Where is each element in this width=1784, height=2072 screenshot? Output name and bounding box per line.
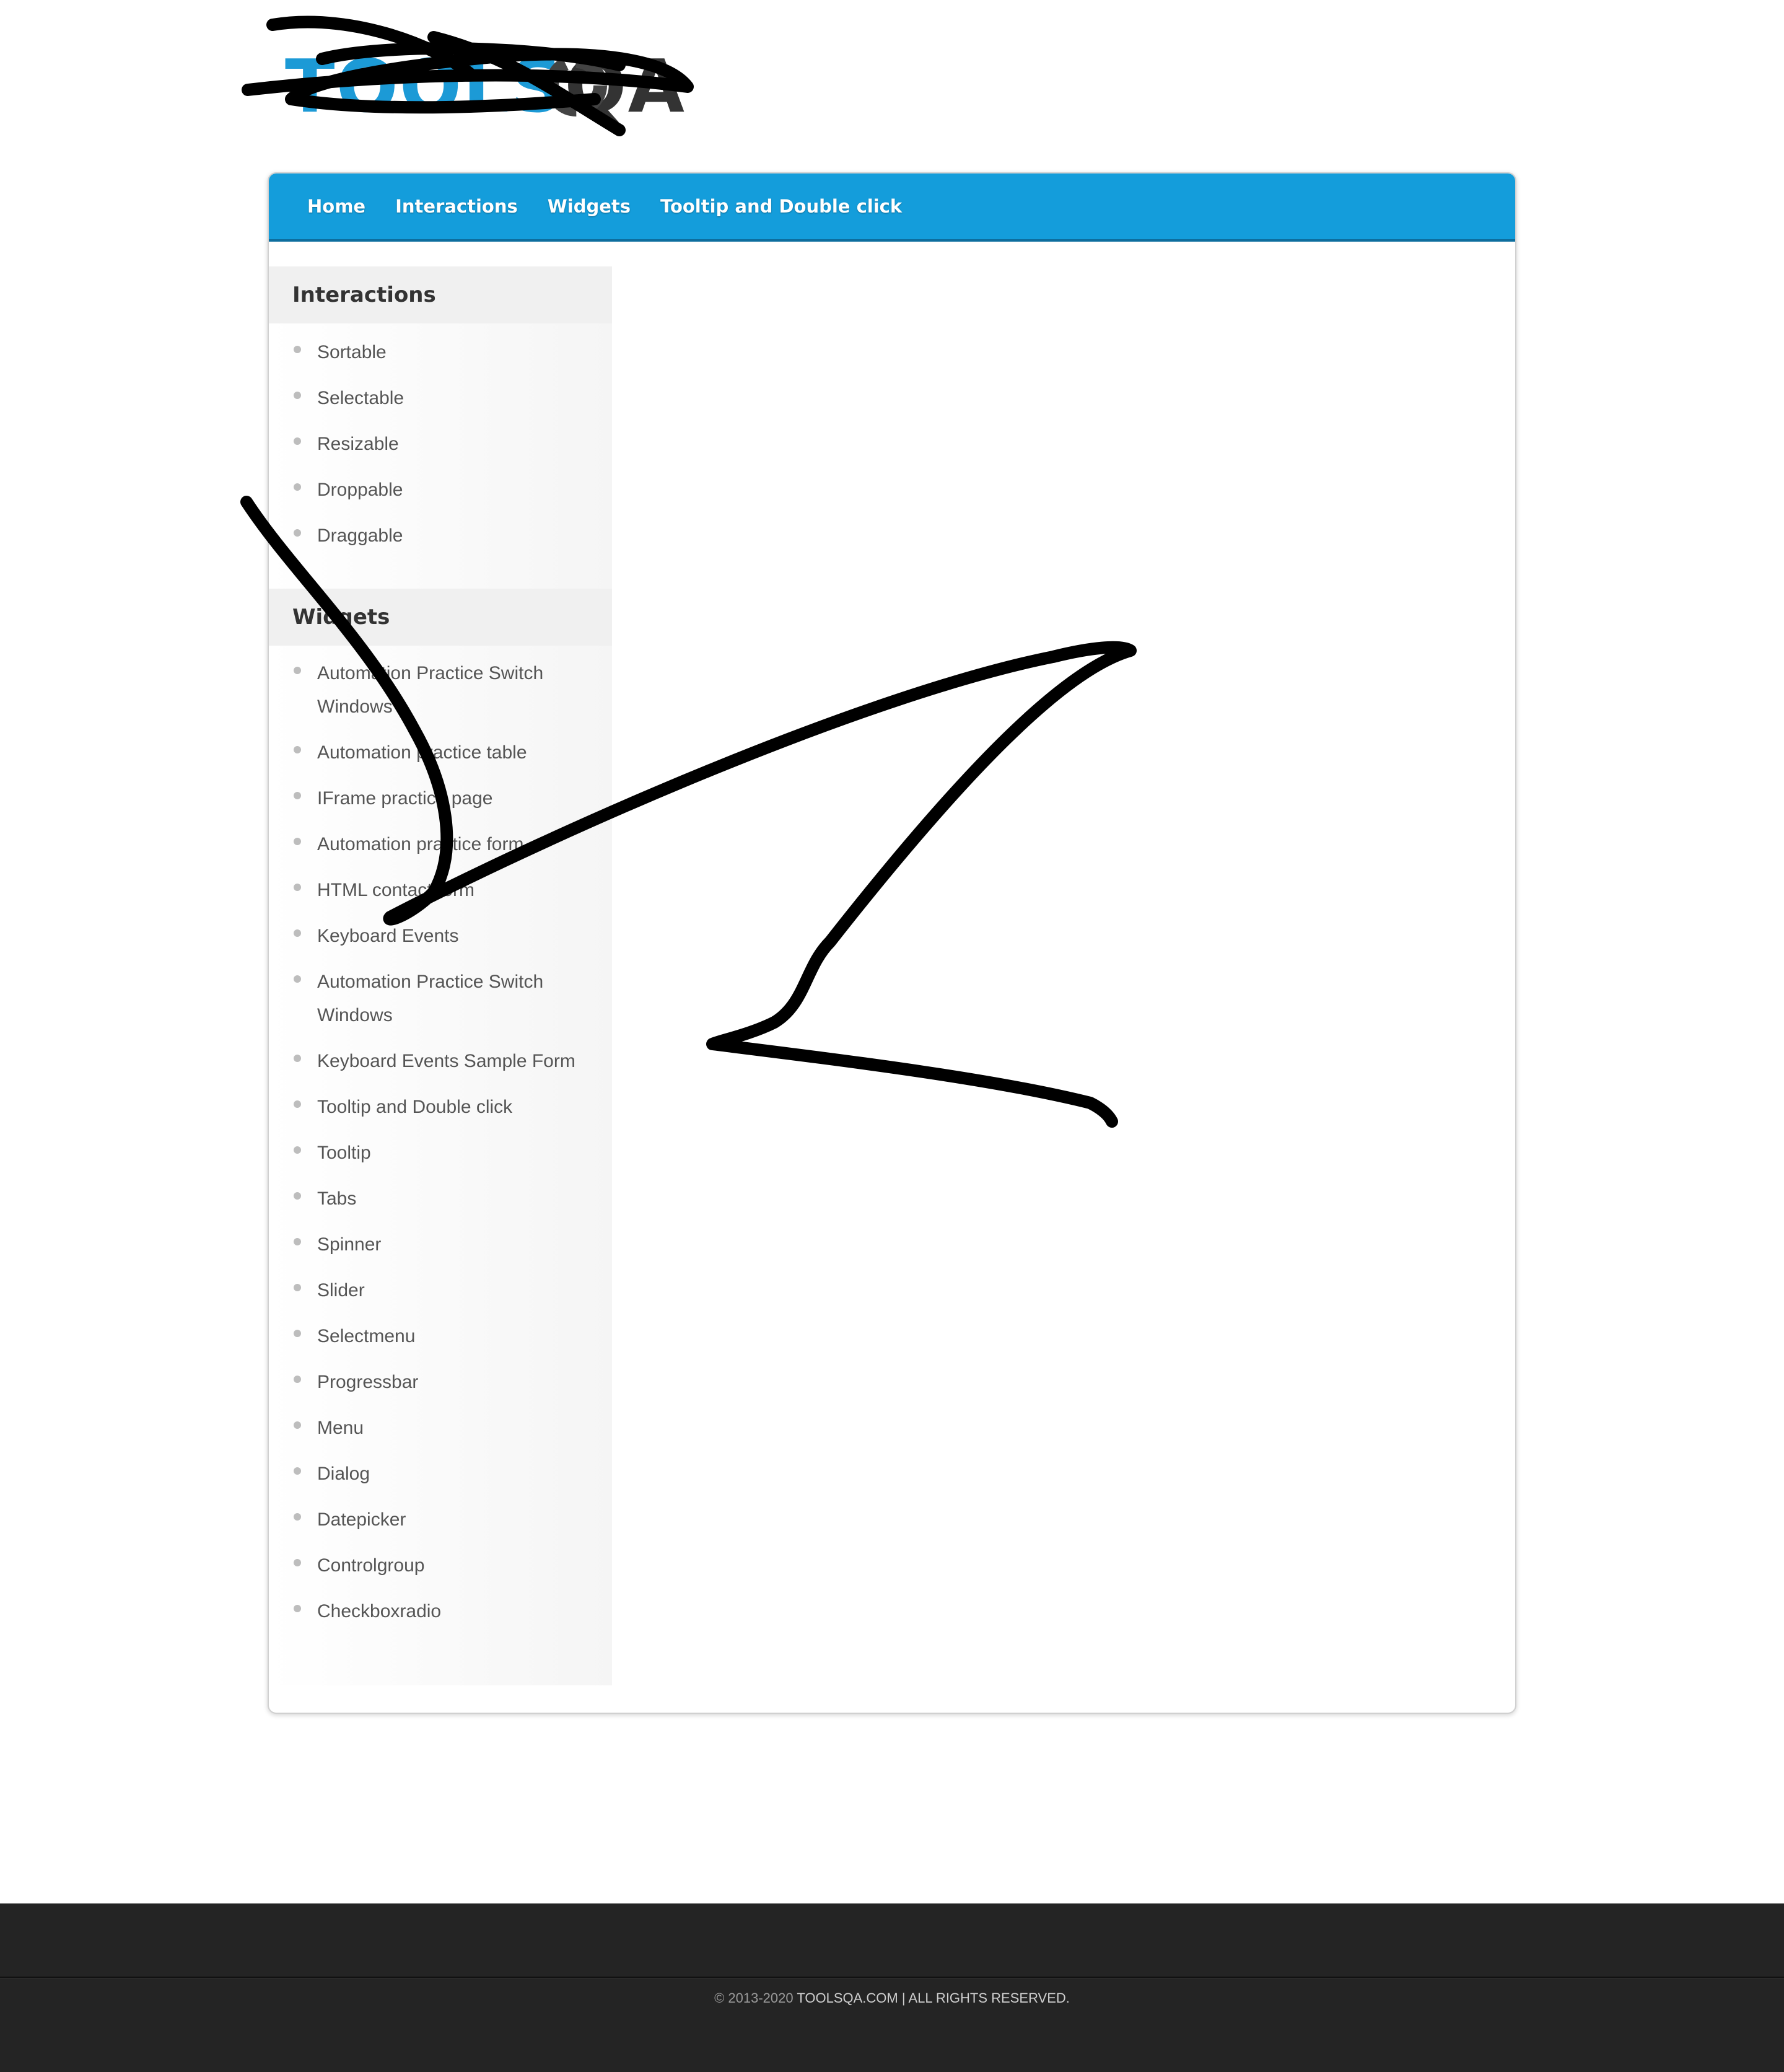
bullet-icon [294,792,301,799]
bullet-icon [294,1238,301,1245]
sidebar-heading-widgets: Widgets [269,589,612,646]
sidebar-widgets-item[interactable]: Tooltip [269,1136,612,1170]
sidebar-widgets-item[interactable]: Automation Practice Switch Windows [269,657,612,724]
sidebar-widgets-item-label: HTML contact form [317,880,474,900]
bullet-icon [294,1559,301,1566]
sidebar-widgets-item[interactable]: Tabs [269,1182,612,1216]
sidebar-widgets-item[interactable]: Automation Practice Switch Windows [269,965,612,1032]
sidebar-widgets-item[interactable]: Datepicker [269,1503,612,1537]
bullet-icon [294,975,301,983]
site-logo[interactable]: TOOLSQA [248,17,694,141]
sidebar-widgets-item[interactable]: IFrame practice page [269,782,612,815]
sidebar-widgets-item-label: Selectmenu [317,1326,416,1346]
bullet-icon [294,1100,301,1108]
logo-brand: TOOLS [285,43,565,129]
sidebar-widgets-item[interactable]: Tooltip and Double click [269,1091,612,1124]
sidebar-widgets-item[interactable]: Keyboard Events [269,920,612,953]
bullet-icon [294,1467,301,1475]
sidebar-widgets-item-label: Slider [317,1280,365,1301]
bullet-icon [294,346,301,353]
sidebar-widgets-item-label: Automation practice table [317,742,527,763]
footer: © 2013-2020 TOOLSQA.COM | ALL RIGHTS RES… [0,1903,1784,2072]
sidebar-widgets-item[interactable]: Checkboxradio [269,1595,612,1628]
sidebar-interactions-item-label: Draggable [317,525,403,546]
sidebar-interactions-item-label: Droppable [317,480,403,500]
sidebar-interactions-item[interactable]: Droppable [269,473,612,507]
sidebar-interactions-item[interactable]: Resizable [269,428,612,461]
nav-interactions[interactable]: Interactions [395,196,518,217]
bullet-icon [294,1146,301,1154]
sidebar-widgets-item-label: Dialog [317,1464,370,1484]
bullet-icon [294,1513,301,1521]
bullet-icon [294,483,301,491]
sidebar: Interactions Sortable Selectable Resizable… [269,266,612,1685]
footer-divider [0,1977,1784,1978]
sidebar-widgets-item[interactable]: Menu [269,1411,612,1445]
interactions-list: Sortable Selectable Resizable Droppable Drag… [269,336,612,565]
sidebar-widgets-item-label: Progressbar [317,1372,419,1392]
bullet-icon [294,1055,301,1062]
sidebar-interactions-item-label: Resizable [317,434,399,454]
nav-widgets[interactable]: Widgets [548,196,631,217]
sidebar-widgets-item[interactable]: Automation practice table [269,736,612,770]
sidebar-widgets-item-label: Keyboard Events [317,926,459,946]
sidebar-widgets-item-label: IFrame practice page [317,788,493,809]
sidebar-widgets-item[interactable]: Automation practice form [269,828,612,861]
main-container: Home Interactions Widgets Tooltip and Do… [268,172,1516,1714]
bullet-icon [294,1376,301,1383]
sidebar-heading-interactions: Interactions [269,266,612,323]
sidebar-interactions-item[interactable]: Sortable [269,336,612,369]
nav-home[interactable]: Home [307,196,365,217]
top-navigation: Home Interactions Widgets Tooltip and Do… [269,173,1515,242]
bullet-icon [294,392,301,399]
sidebar-widgets-item-label: Tooltip [317,1143,371,1163]
sidebar-widgets-item[interactable]: Progressbar [269,1366,612,1399]
sidebar-widgets-item-label: Tooltip and Double click [317,1097,513,1117]
gear-icon [545,55,607,116]
sidebar-widgets-item-label: Checkboxradio [317,1601,442,1622]
bullet-icon [294,1421,301,1429]
sidebar-widgets-item[interactable]: Selectmenu [269,1320,612,1353]
sidebar-interactions-item[interactable]: Selectable [269,382,612,415]
sidebar-widgets-item-label: Automation Practice Switch Windows [317,972,544,1025]
copyright-years: © 2013-2020 [714,1990,794,2006]
sidebar-interactions-item-label: Selectable [317,388,404,408]
bullet-icon [294,1192,301,1200]
sidebar-widgets-item-label: Keyboard Events Sample Form [317,1051,575,1071]
sidebar-interactions-item-label: Sortable [317,342,387,362]
footer-site-link[interactable]: TOOLSQA.COM [797,1990,898,2006]
sidebar-widgets-item[interactable]: Dialog [269,1457,612,1491]
sidebar-widgets-item[interactable]: HTML contact form [269,874,612,907]
sidebar-widgets-item[interactable]: Spinner [269,1228,612,1262]
sidebar-widgets-item-label: Controlgroup [317,1555,425,1576]
sidebar-widgets-item-label: Datepicker [317,1509,406,1530]
sidebar-widgets-item-label: Automation Practice Switch Windows [317,663,544,717]
sidebar-widgets-item[interactable]: Keyboard Events Sample Form [269,1045,612,1078]
widgets-list: Automation Practice Switch Windows Automa… [269,657,612,1641]
sidebar-interactions-item[interactable]: Draggable [269,519,612,553]
footer-copyright: © 2013-2020 TOOLSQA.COM | ALL RIGHTS RES… [0,1990,1784,2006]
sidebar-widgets-item-label: Menu [317,1418,364,1438]
nav-tooltip-double-click[interactable]: Tooltip and Double click [660,196,902,217]
bullet-icon [294,437,301,445]
bullet-icon [294,929,301,937]
sidebar-widgets-item-label: Automation practice form [317,834,524,854]
bullet-icon [294,1284,301,1291]
footer-rights: | ALL RIGHTS RESERVED. [901,1990,1070,2006]
bullet-icon [294,838,301,845]
bullet-icon [294,667,301,674]
bullet-icon [294,746,301,753]
bullet-icon [294,1605,301,1612]
bullet-icon [294,1330,301,1337]
sidebar-widgets-item-label: Spinner [317,1234,382,1255]
sidebar-widgets-item-label: Tabs [317,1188,357,1209]
sidebar-widgets-item[interactable]: Slider [269,1274,612,1307]
bullet-icon [294,529,301,537]
bullet-icon [294,884,301,891]
logo-text: TOOLSQA [285,50,686,123]
sidebar-widgets-item[interactable]: Controlgroup [269,1549,612,1583]
